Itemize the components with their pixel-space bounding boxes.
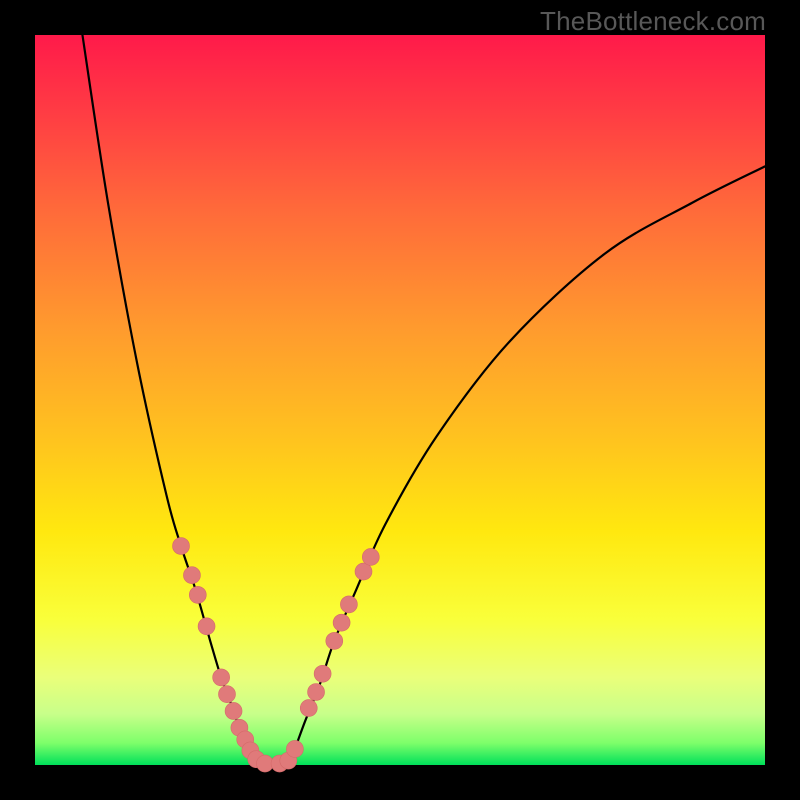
data-marker [362, 548, 379, 565]
data-marker [333, 614, 350, 631]
marker-group [173, 538, 380, 773]
plot-area [35, 35, 765, 765]
chart-svg [35, 35, 765, 765]
data-marker [314, 665, 331, 682]
data-marker [340, 596, 357, 613]
data-marker [189, 586, 206, 603]
data-marker [183, 567, 200, 584]
data-marker [326, 632, 343, 649]
curve-left [82, 35, 257, 764]
curve-right [287, 166, 765, 763]
data-marker [173, 538, 190, 555]
data-marker [300, 700, 317, 717]
data-marker [308, 684, 325, 701]
data-marker [213, 669, 230, 686]
data-marker [225, 702, 242, 719]
data-marker [198, 618, 215, 635]
outer-frame: TheBottleneck.com [0, 0, 800, 800]
attribution-text: TheBottleneck.com [540, 6, 766, 37]
data-marker [218, 686, 235, 703]
data-marker [286, 740, 303, 757]
